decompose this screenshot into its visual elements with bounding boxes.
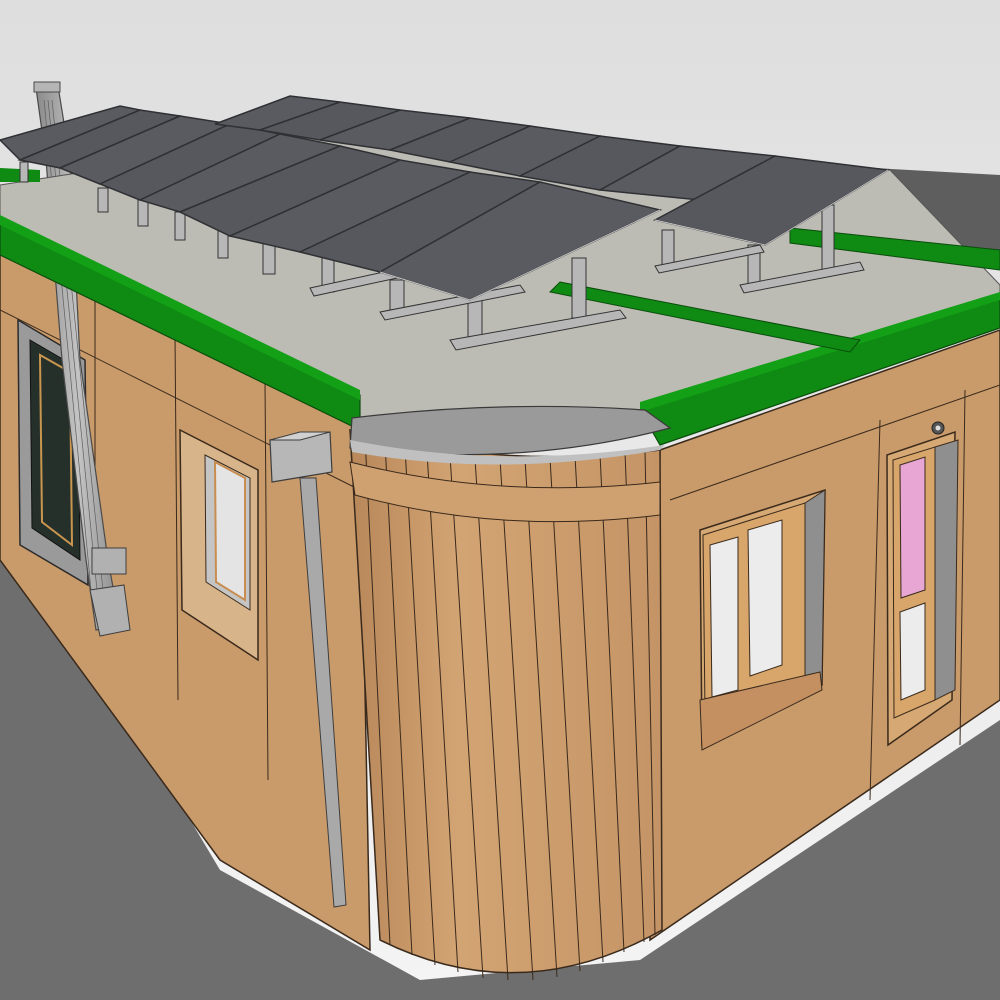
front-window-right-pane xyxy=(747,519,783,677)
door-upper-glass-interior xyxy=(899,456,926,599)
building-render xyxy=(0,0,1000,1000)
door-light-icon xyxy=(931,421,945,435)
door-side-reveal xyxy=(934,439,959,701)
front-window-side-reveal xyxy=(804,489,826,691)
building-scene xyxy=(0,0,1000,1000)
door-lower-glass xyxy=(899,602,926,701)
front-window-left-pane xyxy=(709,536,739,698)
left-window-pane xyxy=(213,460,246,602)
